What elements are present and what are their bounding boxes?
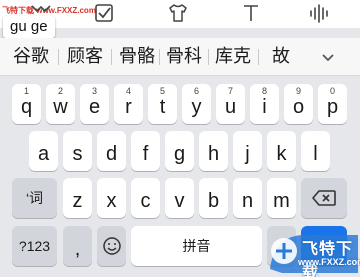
key-v[interactable]: v bbox=[165, 178, 194, 218]
candidate-divider bbox=[58, 49, 59, 65]
backspace-icon bbox=[301, 178, 347, 218]
text-icon[interactable] bbox=[240, 2, 262, 24]
key-g[interactable]: g bbox=[165, 131, 194, 171]
key-p[interactable]: 0p bbox=[318, 84, 347, 124]
candidate-bar: 谷歌 顾客 骨骼 骨科 库克 故 bbox=[0, 38, 360, 76]
backspace-key[interactable] bbox=[301, 178, 347, 218]
symbols-key[interactable]: ?123 bbox=[12, 226, 57, 266]
voice-icon[interactable] bbox=[308, 2, 330, 24]
shirt-icon[interactable] bbox=[167, 2, 189, 24]
emoji-icon bbox=[97, 226, 126, 266]
composition-text: gu ge bbox=[3, 16, 55, 38]
key-t[interactable]: 5t bbox=[148, 84, 177, 124]
shift-key[interactable]: ‘词 bbox=[12, 178, 57, 218]
key-x[interactable]: x bbox=[97, 178, 126, 218]
candidate-item[interactable]: 故 bbox=[266, 38, 296, 75]
key-n[interactable]: n bbox=[233, 178, 262, 218]
candidate-item[interactable]: 库克 bbox=[208, 38, 258, 75]
candidate-divider bbox=[258, 49, 259, 65]
candidate-item[interactable]: 骨科 bbox=[160, 38, 208, 75]
key-w[interactable]: 2w bbox=[46, 84, 75, 124]
key-d[interactable]: d bbox=[97, 131, 126, 171]
chevron-down-icon[interactable] bbox=[318, 47, 338, 67]
key-l[interactable]: l bbox=[301, 131, 330, 171]
key-f[interactable]: f bbox=[131, 131, 160, 171]
key-i[interactable]: 8i bbox=[250, 84, 279, 124]
key-b[interactable]: b bbox=[199, 178, 228, 218]
key-h[interactable]: h bbox=[199, 131, 228, 171]
key-q[interactable]: 1q bbox=[12, 84, 41, 124]
key-y[interactable]: 6y bbox=[182, 84, 211, 124]
key-u[interactable]: 7u bbox=[216, 84, 245, 124]
key-c[interactable]: c bbox=[131, 178, 160, 218]
comma-key[interactable]: , bbox=[63, 226, 92, 266]
key-o[interactable]: 9o bbox=[284, 84, 313, 124]
key-z[interactable]: z bbox=[63, 178, 92, 218]
key-j[interactable]: j bbox=[233, 131, 262, 171]
key-e[interactable]: 3e bbox=[80, 84, 109, 124]
key-k[interactable]: k bbox=[267, 131, 296, 171]
checkbox-icon[interactable] bbox=[93, 2, 115, 24]
candidate-item[interactable]: 顾客 bbox=[60, 38, 110, 75]
key-a[interactable]: a bbox=[29, 131, 58, 171]
candidate-item[interactable]: 骨骼 bbox=[112, 38, 162, 75]
key-s[interactable]: s bbox=[63, 131, 92, 171]
key-m[interactable]: m bbox=[267, 178, 296, 218]
candidate-item[interactable]: 谷歌 bbox=[6, 38, 56, 75]
space-key[interactable]: 拼音 bbox=[131, 226, 262, 266]
key-r[interactable]: 4r bbox=[114, 84, 143, 124]
watermark-logo: 飞特下载 www.FXXZ.com bbox=[262, 229, 360, 277]
emoji-key[interactable] bbox=[97, 226, 126, 266]
